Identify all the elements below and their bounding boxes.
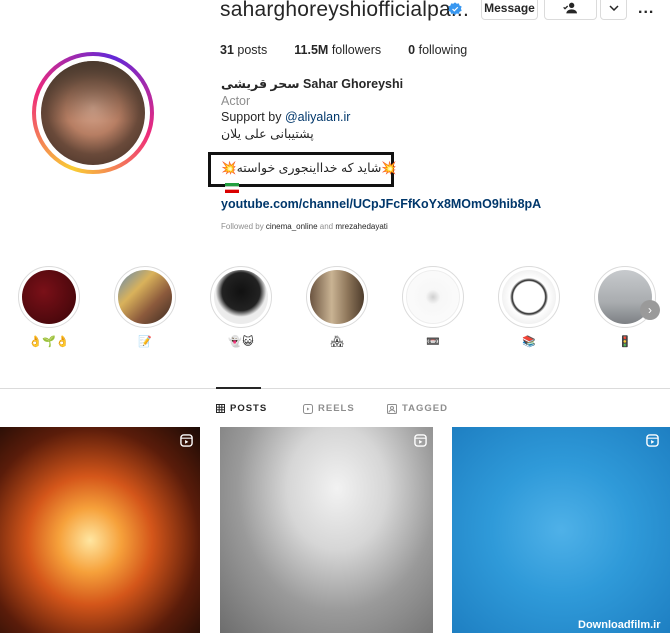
following-count[interactable]: 0 following [408, 43, 467, 57]
followed-by: Followed by cinema_online and mrezaheday… [221, 222, 388, 231]
profile-full-name: سحر قریشی Sahar Ghoreyshi [221, 77, 404, 91]
active-tab-indicator [216, 387, 261, 389]
followers-count[interactable]: 11.5M followers [294, 43, 381, 57]
story-highlight-label: 👻😺 [228, 336, 254, 348]
verified-badge-icon [448, 2, 462, 15]
reel-icon [414, 434, 427, 447]
following-button[interactable] [544, 0, 597, 20]
bio-external-link[interactable]: youtube.com/channel/UCpJFcFfKoYx8MOmO9hi… [221, 197, 541, 211]
message-button[interactable]: Message [481, 0, 538, 20]
chevron-down-icon [608, 5, 619, 11]
followed-by-user-1[interactable]: cinema_online [266, 222, 318, 231]
story-highlight[interactable]: 📼 [402, 266, 464, 349]
posts-count[interactable]: 31 posts [220, 43, 267, 57]
tab-reels[interactable]: REELS [303, 403, 355, 414]
story-highlight-label: 📝 [138, 336, 152, 348]
bio-quote: 💥شاید که خدااینجوری خواسته💥 [221, 161, 397, 175]
story-highlight-label: 🚦 [618, 336, 632, 348]
tagged-icon [387, 403, 397, 414]
avatar-image [41, 61, 145, 165]
story-highlight[interactable]: 📝 [114, 266, 176, 349]
story-highlight[interactable]: 👌🌱👌 [18, 266, 80, 349]
tab-tagged[interactable]: TAGGED [387, 403, 448, 414]
story-highlight-label: 👌🌱👌 [28, 336, 70, 348]
avatar[interactable] [32, 52, 154, 174]
reel-icon [180, 434, 193, 447]
profile-category: Actor [221, 94, 251, 108]
tabs-divider [0, 388, 670, 389]
support-handle-link[interactable]: @aliyalan.ir [285, 110, 351, 124]
post-thumbnail[interactable] [452, 427, 670, 633]
suggested-accounts-button[interactable] [600, 0, 627, 20]
profile-username: saharghoreyshiofficialpa... [220, 0, 469, 21]
watermark: Downloadfilm.ir [578, 619, 661, 631]
story-highlight[interactable]: 🏘 [306, 266, 368, 349]
post-thumbnail[interactable] [220, 427, 433, 633]
bio-support-persian: پشتیبانی علی یلان [221, 127, 314, 141]
bio-support-line: Support by @aliyalan.ir [221, 110, 351, 124]
story-highlight[interactable]: 👻😺 [210, 266, 272, 349]
reels-icon [303, 403, 313, 414]
profile-stats: 31 posts 11.5M followers 0 following [220, 43, 494, 57]
tab-posts[interactable]: POSTS [216, 403, 267, 414]
followed-by-user-2[interactable]: mrezahedayati [335, 222, 387, 231]
story-highlight-label: 🏘 [330, 336, 344, 348]
grid-icon [216, 404, 225, 413]
story-highlight-label: 📼 [426, 336, 440, 348]
person-check-icon [562, 2, 577, 14]
iran-flag-icon [225, 180, 239, 193]
more-options-icon[interactable]: ... [638, 0, 654, 18]
reel-icon [646, 434, 659, 447]
chevron-right-icon[interactable]: › [640, 300, 660, 320]
story-highlight-label: 📚 [522, 336, 536, 348]
post-thumbnail[interactable] [0, 427, 200, 633]
story-highlight[interactable]: 📚 [498, 266, 560, 349]
